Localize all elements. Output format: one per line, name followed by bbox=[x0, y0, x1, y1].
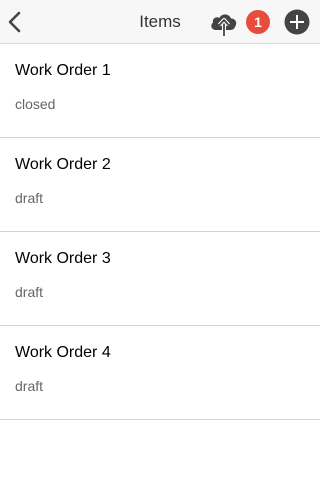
item-title: Work Order 2 bbox=[15, 156, 111, 173]
item-status: draft bbox=[15, 190, 44, 206]
page-title: Items bbox=[139, 12, 181, 31]
list-item-work-order-3[interactable]: Work Order 3 draft bbox=[0, 232, 320, 326]
plus-circle-icon bbox=[284, 9, 310, 35]
chevron-left-icon bbox=[8, 11, 21, 33]
pending-count-badge: 1 bbox=[246, 10, 270, 34]
item-status: draft bbox=[15, 378, 44, 394]
item-status: closed bbox=[15, 96, 56, 112]
sync-upload-button[interactable] bbox=[208, 8, 240, 38]
cloud-upload-icon bbox=[211, 14, 237, 36]
item-title: Work Order 3 bbox=[15, 250, 111, 267]
back-button[interactable] bbox=[2, 6, 30, 38]
list-item-work-order-2[interactable]: Work Order 2 draft bbox=[0, 138, 320, 232]
item-title: Work Order 4 bbox=[15, 344, 111, 361]
nav-bar: Items 1 bbox=[0, 0, 320, 44]
add-item-button[interactable] bbox=[284, 9, 310, 35]
item-title: Work Order 1 bbox=[15, 62, 111, 79]
list-item-work-order-1[interactable]: Work Order 1 closed bbox=[0, 44, 320, 138]
work-order-list: Work Order 1 closed Work Order 2 draft W… bbox=[0, 44, 320, 420]
list-item-work-order-4[interactable]: Work Order 4 draft bbox=[0, 326, 320, 420]
item-status: draft bbox=[15, 284, 44, 300]
